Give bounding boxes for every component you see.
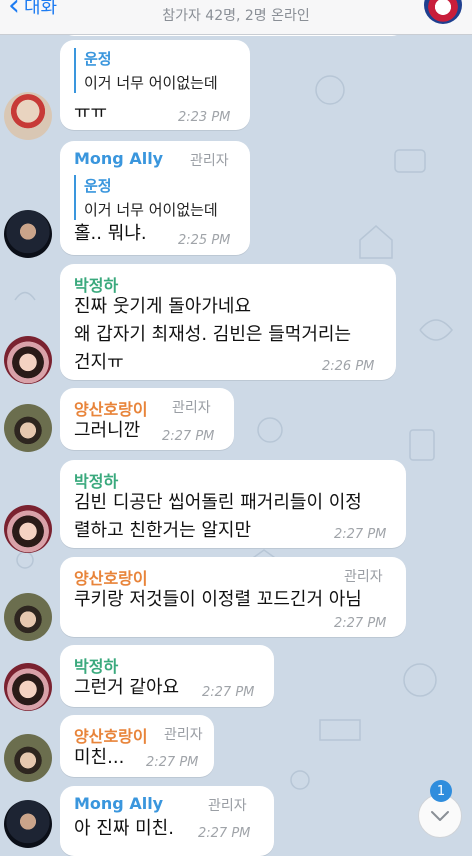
message-time: 2:27 PM (146, 755, 199, 770)
admin-badge: 관리자 (164, 727, 203, 743)
avatar[interactable] (4, 505, 52, 553)
message-text-line: 김빈 디공단 씹어돌린 패거리들이 이정 (74, 492, 362, 513)
reply-sender: 운정 (84, 50, 112, 68)
reply-quote[interactable]: 운정 이거 너무 어이없는데 (74, 175, 218, 220)
message-list[interactable]: 운정 이거 너무 어이없는데 ㅠㅠ 2:23 PM Mong Ally 관리자 … (0, 0, 472, 856)
avatar[interactable] (4, 734, 52, 782)
message-bubble[interactable]: 박정하 김빈 디공단 씹어돌린 패거리들이 이정 렬하고 친한거는 알지만 2:… (60, 460, 406, 548)
message-time: 2:27 PM (198, 826, 251, 841)
message-text-line: 왜 갑자기 최재성. 김빈은 들먹거리는 (74, 324, 352, 345)
avatar[interactable] (4, 404, 52, 452)
unread-count-badge: 1 (430, 780, 452, 802)
message-text: 쿠키랑 저것들이 이정렬 꼬드긴거 아님 (74, 589, 362, 610)
message-bubble[interactable]: 박정하 그런거 같아요 2:27 PM (60, 645, 274, 707)
avatar[interactable] (4, 210, 52, 258)
reply-quote[interactable]: 운정 이거 너무 어이없는데 (74, 48, 218, 93)
sender-name[interactable]: Mong Ally (74, 794, 163, 813)
avatar[interactable] (4, 92, 52, 140)
reply-text: 이거 너무 어이없는데 (84, 74, 218, 92)
reply-sender: 운정 (84, 177, 112, 195)
participants-status: 참가자 42명, 2명 온라인 (162, 8, 310, 24)
avatar[interactable] (4, 336, 52, 384)
message-time: 2:27 PM (162, 429, 215, 444)
admin-badge: 관리자 (190, 153, 229, 169)
message-text: 홀.. 뭐냐. (74, 223, 147, 244)
message-text: ㅠㅠ (74, 102, 108, 123)
message-text: 그런거 같아요 (74, 677, 180, 698)
message-bubble[interactable]: 양산호랑이 관리자 미친... 2:27 PM (60, 715, 214, 777)
message-text: 아 진짜 미친. (74, 818, 174, 839)
message-text-line: 진짜 웃기게 돌아가네요 (74, 296, 252, 317)
sender-name[interactable]: Mong Ally (74, 149, 163, 168)
message-text-line: 렬하고 친한거는 알지만 (74, 520, 252, 541)
message-time: 2:27 PM (334, 527, 387, 542)
admin-badge: 관리자 (208, 798, 247, 814)
message-time: 2:27 PM (202, 685, 255, 700)
message-text: 미친... (74, 747, 125, 768)
message-bubble[interactable]: 운정 이거 너무 어이없는데 ㅠㅠ 2:23 PM (60, 40, 250, 130)
message-bubble[interactable]: 박정하 진짜 웃기게 돌아가네요 왜 갑자기 최재성. 김빈은 들먹거리는 건지… (60, 264, 396, 380)
message-time: 2:25 PM (178, 233, 231, 248)
message-bubble[interactable]: 양산호랑이 관리자 쿠키랑 저것들이 이정렬 꼬드긴거 아님 2:27 PM (60, 557, 406, 637)
message-bubble[interactable]: Mong Ally 관리자 운정 이거 너무 어이없는데 홀.. 뭐냐. 2:2… (60, 141, 250, 255)
avatar[interactable] (4, 800, 52, 848)
reply-text: 이거 너무 어이없는데 (84, 201, 218, 219)
chevron-down-icon (431, 811, 449, 821)
avatar[interactable] (4, 663, 52, 711)
avatar[interactable] (4, 593, 52, 641)
message-text-line: 건지ㅠ (74, 352, 124, 373)
message-time: 2:26 PM (322, 359, 375, 374)
message-bubble[interactable]: Mong Ally 관리자 아 진짜 미친. 2:27 PM (60, 786, 274, 856)
message-text: 그러니깐 (74, 420, 141, 441)
admin-badge: 관리자 (344, 569, 383, 585)
message-bubble[interactable]: 양산호랑이 관리자 그러니깐 2:27 PM (60, 388, 234, 450)
admin-badge: 관리자 (172, 400, 211, 416)
chat-header: ‹ 대화 참가자 42명, 2명 온라인 (0, 0, 472, 35)
message-time: 2:27 PM (334, 616, 387, 631)
message-time: 2:23 PM (178, 110, 231, 125)
